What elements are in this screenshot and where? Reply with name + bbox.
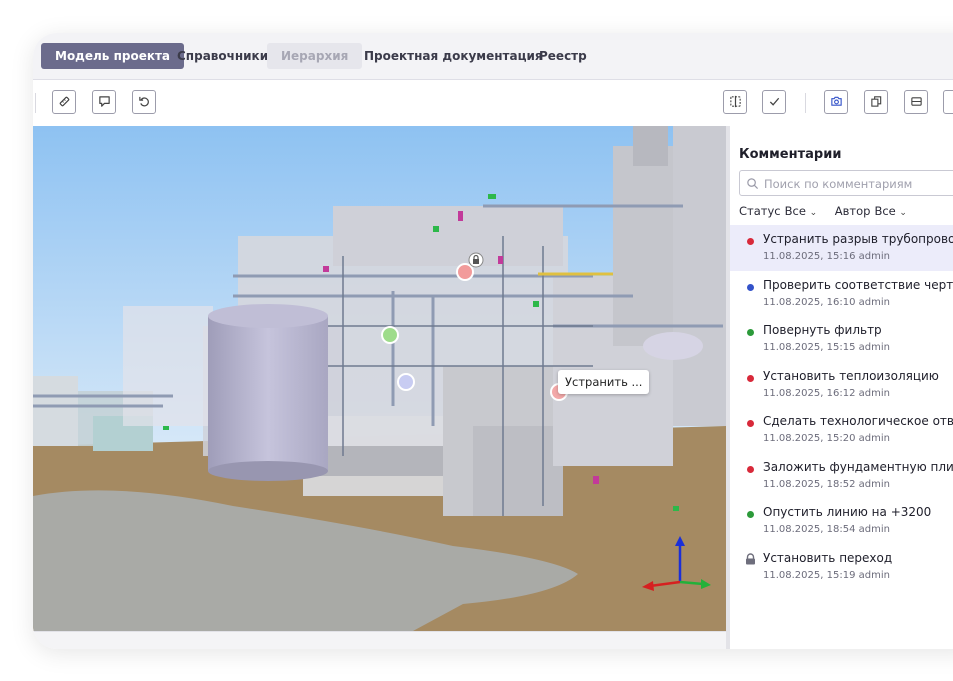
camera-icon xyxy=(830,93,843,112)
toolbar-divider xyxy=(805,93,806,113)
ruler-icon xyxy=(58,93,71,112)
author-filter-dropdown[interactable]: Все xyxy=(874,204,895,218)
comments-search[interactable] xyxy=(739,170,953,196)
section-box-icon xyxy=(910,93,923,112)
screenshot-button[interactable] xyxy=(824,90,848,114)
comment-item[interactable]: Проверить соответствие чертежа 11.08.2025… xyxy=(730,271,953,317)
comment-meta: 11.08.2025, 15:19 admin xyxy=(763,569,890,581)
author-filter-label: Автор xyxy=(834,204,871,218)
comments-list: Устранить разрыв трубопровода 11.08.2025,… xyxy=(730,225,953,589)
comment-meta: 11.08.2025, 16:10 admin xyxy=(763,296,890,308)
comments-title: Комментарии xyxy=(739,147,842,162)
undo-icon xyxy=(138,93,151,112)
marker-locked[interactable] xyxy=(468,252,484,268)
status-filter-label: Статус xyxy=(739,204,781,218)
comment-filters: Статус Все ⌄ Автор Все ⌄ xyxy=(739,204,921,218)
chevron-down-icon[interactable]: ⌄ xyxy=(810,208,818,218)
comment-item[interactable]: Заложить фундаментную плиту по 11.08.2025… xyxy=(730,453,953,499)
app-window: Модель проекта Справочники Иерархия Прое… xyxy=(33,33,953,649)
lock-icon xyxy=(746,552,755,564)
marker-green[interactable] xyxy=(381,326,399,344)
marker-red[interactable] xyxy=(456,263,474,281)
toolbar-divider xyxy=(35,93,36,113)
section-box-button[interactable] xyxy=(904,90,928,114)
comment-add-icon xyxy=(98,93,111,112)
status-dot xyxy=(747,420,754,427)
comment-title: Устранить разрыв трубопровода xyxy=(763,232,953,246)
tab-bar: Модель проекта Справочники Иерархия Прое… xyxy=(33,33,953,80)
marker-callout[interactable]: Устранить ... xyxy=(558,370,650,394)
comment-item[interactable]: Установить теплоизоляцию 11.08.2025, 16:1… xyxy=(730,362,953,408)
copy-icon xyxy=(870,93,883,112)
more-tools-button[interactable] xyxy=(943,90,953,114)
toolbar xyxy=(33,80,953,127)
comment-title: Опустить линию на +3200 xyxy=(763,505,932,519)
status-dot xyxy=(747,329,754,336)
status-dot xyxy=(747,465,754,473)
undo-button[interactable] xyxy=(132,90,156,114)
comment-item[interactable]: Сделать технологическое отверст 11.08.202… xyxy=(730,407,953,453)
comment-meta: 11.08.2025, 16:12 admin xyxy=(763,387,890,399)
tab-directories[interactable]: Справочники xyxy=(163,43,282,69)
comment-title: Заложить фундаментную плиту по xyxy=(763,459,953,474)
viewport-scrollbar[interactable] xyxy=(33,631,726,649)
comment-meta: 11.08.2025, 15:20 admin xyxy=(763,433,890,444)
comment-meta: 11.08.2025, 15:15 admin xyxy=(763,342,890,353)
status-dot xyxy=(747,374,754,382)
tab-hierarchy[interactable]: Иерархия xyxy=(267,43,363,69)
status-filter-dropdown[interactable]: Все xyxy=(785,204,806,218)
search-input[interactable] xyxy=(762,173,953,195)
split-view-button[interactable] xyxy=(723,90,747,114)
comment-item[interactable]: Установить переход 11.08.2025, 15:19 admi… xyxy=(730,544,953,590)
comment-item[interactable]: Устранить разрыв трубопровода 11.08.2025,… xyxy=(730,225,953,271)
status-dot xyxy=(747,511,754,518)
check-icon xyxy=(768,93,781,112)
comment-item[interactable]: Опустить линию на +3200 11.08.2025, 18:54… xyxy=(730,498,953,544)
add-comment-button[interactable] xyxy=(92,90,116,114)
copy-button[interactable] xyxy=(864,90,888,114)
comments-panel: Комментарии СтатусВсе ⌄ АвторВсе ⌄ Устра… xyxy=(730,126,953,649)
status-dot xyxy=(747,283,754,291)
comment-title: Сделать технологическое отверст xyxy=(763,414,953,428)
comment-meta: 11.08.2025, 15:16 admin xyxy=(763,251,890,262)
comment-title: Проверить соответствие чертежа xyxy=(763,277,953,292)
marker-blue[interactable] xyxy=(397,373,415,391)
ruler-button[interactable] xyxy=(52,90,76,114)
comment-title: Установить теплоизоляцию xyxy=(763,368,939,383)
status-dot xyxy=(747,238,754,245)
split-view-icon xyxy=(729,93,742,112)
model-viewport[interactable]: Устранить ... xyxy=(33,126,726,631)
comment-meta: 11.08.2025, 18:52 admin xyxy=(763,478,890,490)
check-button[interactable] xyxy=(762,90,786,114)
comment-title: Установить переход xyxy=(763,550,893,565)
comment-meta: 11.08.2025, 18:54 admin xyxy=(763,524,890,535)
comment-item[interactable]: Повернуть фильтр 11.08.2025, 15:15 admin xyxy=(730,316,953,362)
tab-registry[interactable]: Реестр xyxy=(525,43,601,69)
chevron-down-icon[interactable]: ⌄ xyxy=(899,208,907,218)
comment-title: Повернуть фильтр xyxy=(763,323,882,337)
